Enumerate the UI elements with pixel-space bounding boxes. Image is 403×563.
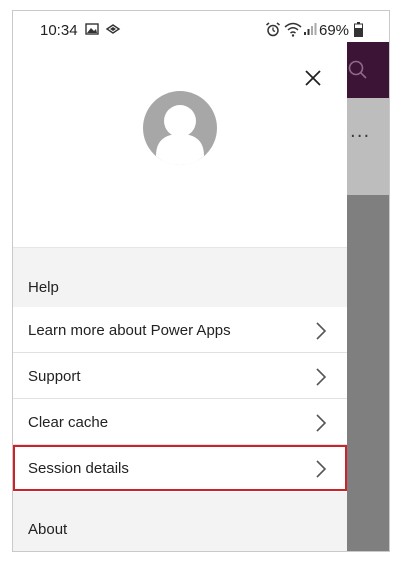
status-bar: 10:34 69% <box>13 11 389 42</box>
about-label: About <box>28 521 68 538</box>
chevron-right-icon <box>316 368 327 386</box>
menu-item-label: Support <box>28 368 81 385</box>
menu-item-label: Clear cache <box>28 414 109 431</box>
menu-item-clear-cache[interactable]: Clear cache <box>13 399 347 445</box>
side-drawer: Help Learn more about Power Apps Support… <box>13 42 347 551</box>
alarm-icon <box>266 22 280 37</box>
status-time: 10:34 <box>40 22 78 39</box>
search-icon[interactable] <box>347 59 369 81</box>
user-avatar-icon <box>143 91 217 165</box>
about-section-header[interactable]: About <box>13 492 347 551</box>
menu-item-learn-more[interactable]: Learn more about Power Apps <box>13 307 347 353</box>
chevron-right-icon <box>316 322 327 340</box>
signal-icon <box>304 23 317 35</box>
cast-icon <box>105 24 121 34</box>
chevron-right-icon <box>316 460 327 478</box>
menu-item-label: Learn more about Power Apps <box>28 322 231 339</box>
help-section-header: Help <box>13 247 347 307</box>
help-label: Help <box>28 279 59 296</box>
battery-percent: 69% <box>319 22 350 39</box>
menu-item-support[interactable]: Support <box>13 353 347 399</box>
image-icon <box>85 23 99 35</box>
wifi-icon <box>284 22 302 37</box>
close-icon[interactable] <box>298 63 328 93</box>
menu-item-label: Session details <box>28 460 129 477</box>
battery-icon <box>354 22 363 37</box>
more-options-icon[interactable]: ··· <box>350 128 374 146</box>
chevron-right-icon <box>316 414 327 432</box>
menu-item-session-details[interactable]: Session details <box>13 445 347 491</box>
phone-screen: ··· 10:34 69% Help Learn more about Powe… <box>12 10 390 552</box>
